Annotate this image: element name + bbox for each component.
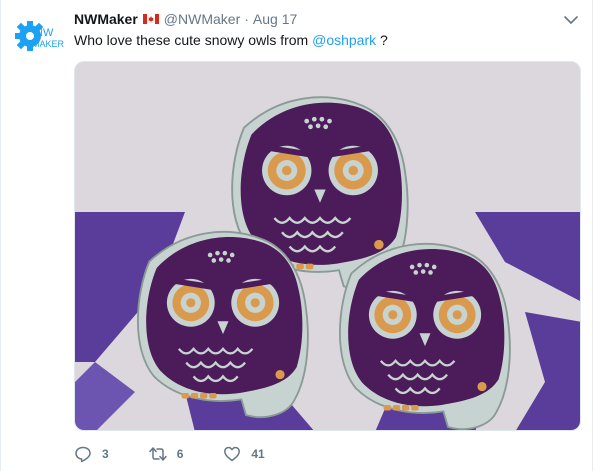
- reply-button[interactable]: 3: [74, 445, 109, 463]
- avatar[interactable]: NW MAKER: [13, 14, 65, 66]
- chevron-down-icon[interactable]: [564, 12, 578, 24]
- author-handle[interactable]: @NWMaker: [164, 11, 240, 27]
- like-count: 41: [251, 447, 265, 461]
- separator-dot: ·: [244, 11, 249, 27]
- nw-maker-gear-logo: NW MAKER: [15, 21, 65, 51]
- tweet-text: Who love these cute snowy owls from @osh…: [74, 32, 388, 48]
- tweet-photo[interactable]: [74, 61, 581, 431]
- tweet-text-before: Who love these cute snowy owls from: [74, 32, 313, 48]
- reply-count: 3: [102, 447, 109, 461]
- avatar-line1: NW: [35, 27, 54, 39]
- heart-icon: [224, 446, 241, 462]
- tweet-text-after: ?: [376, 32, 388, 48]
- avatar-line2: MAKER: [32, 39, 65, 49]
- tweet-header: NWMaker @NWMaker · Aug 17: [74, 9, 297, 29]
- tweet-timestamp[interactable]: Aug 17: [253, 11, 297, 27]
- retweet-button[interactable]: 6: [148, 445, 184, 463]
- canada-flag-icon: [142, 14, 159, 24]
- tweet-card[interactable]: NW MAKER NWMaker @NWMaker · Aug 17 Who l…: [0, 0, 593, 471]
- mention-link[interactable]: @oshpark: [312, 32, 376, 48]
- author-name[interactable]: NWMaker: [74, 11, 138, 27]
- retweet-icon: [148, 447, 167, 461]
- retweet-count: 6: [176, 447, 184, 461]
- like-button[interactable]: 41: [223, 445, 265, 463]
- tweet-actions: 3 6 41: [74, 443, 305, 465]
- reply-icon: [75, 446, 91, 463]
- owl-boards-photo: [75, 62, 580, 430]
